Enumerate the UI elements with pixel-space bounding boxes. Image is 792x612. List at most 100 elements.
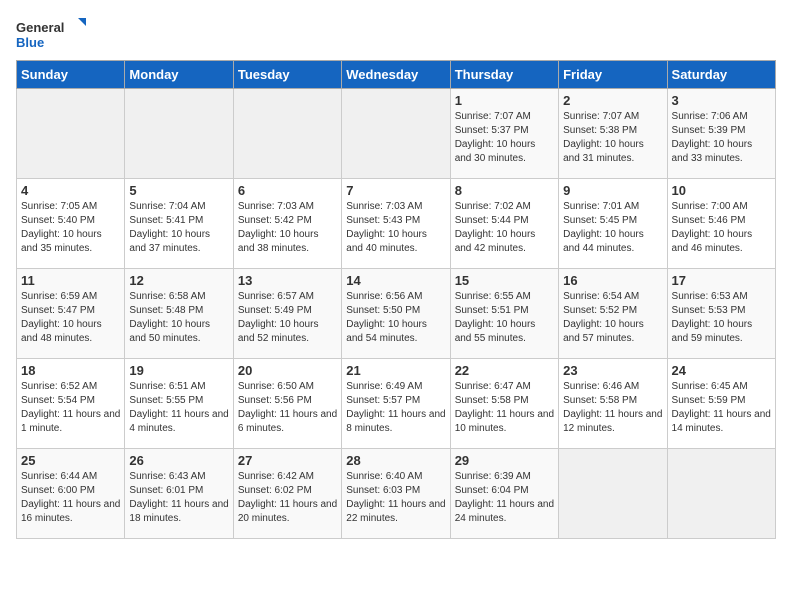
day-info: Sunrise: 6:58 AMSunset: 5:48 PMDaylight:… [129, 290, 228, 346]
day-info: Sunrise: 6:47 AMSunset: 5:58 PMDaylight:… [455, 380, 554, 436]
day-number: 25 [21, 453, 120, 468]
day-info: Sunrise: 6:49 AMSunset: 5:57 PMDaylight:… [346, 380, 445, 436]
weekday-header-wednesday: Wednesday [342, 61, 450, 89]
weekday-header-row: SundayMondayTuesdayWednesdayThursdayFrid… [17, 61, 776, 89]
day-info: Sunrise: 7:04 AMSunset: 5:41 PMDaylight:… [129, 200, 228, 256]
calendar-day-cell: 13 Sunrise: 6:57 AMSunset: 5:49 PMDayligh… [233, 269, 341, 359]
calendar-day-cell: 17 Sunrise: 6:53 AMSunset: 5:53 PMDayligh… [667, 269, 775, 359]
day-number: 6 [238, 183, 337, 198]
day-number: 19 [129, 363, 228, 378]
calendar-day-cell: 29 Sunrise: 6:39 AMSunset: 6:04 PMDayligh… [450, 449, 558, 539]
day-info: Sunrise: 6:45 AMSunset: 5:59 PMDaylight:… [672, 380, 771, 436]
calendar-day-cell: 11 Sunrise: 6:59 AMSunset: 5:47 PMDayligh… [17, 269, 125, 359]
day-info: Sunrise: 6:54 AMSunset: 5:52 PMDaylight:… [563, 290, 662, 346]
day-number: 3 [672, 93, 771, 108]
day-info: Sunrise: 6:44 AMSunset: 6:00 PMDaylight:… [21, 470, 120, 526]
day-number: 24 [672, 363, 771, 378]
calendar-day-cell: 16Sunrise: 6:54 AMSunset: 5:52 PMDayligh… [559, 269, 667, 359]
calendar-day-cell: 8 Sunrise: 7:02 AMSunset: 5:44 PMDaylight… [450, 179, 558, 269]
day-number: 28 [346, 453, 445, 468]
day-info: Sunrise: 7:02 AMSunset: 5:44 PMDaylight:… [455, 200, 554, 256]
calendar-day-cell: 20 Sunrise: 6:50 AMSunset: 5:56 PMDayligh… [233, 359, 341, 449]
calendar-day-cell: 18 Sunrise: 6:52 AMSunset: 5:54 PMDayligh… [17, 359, 125, 449]
day-number: 12 [129, 273, 228, 288]
calendar-day-cell [667, 449, 775, 539]
day-info: Sunrise: 6:43 AMSunset: 6:01 PMDaylight:… [129, 470, 228, 526]
calendar-day-cell: 7 Sunrise: 7:03 AMSunset: 5:43 PMDaylight… [342, 179, 450, 269]
calendar-day-cell [17, 89, 125, 179]
weekday-header-thursday: Thursday [450, 61, 558, 89]
day-number: 14 [346, 273, 445, 288]
calendar-week-row: 1 Sunrise: 7:07 AMSunset: 5:37 PMDaylight… [17, 89, 776, 179]
calendar-table: SundayMondayTuesdayWednesdayThursdayFrid… [16, 60, 776, 539]
day-number: 5 [129, 183, 228, 198]
calendar-week-row: 11 Sunrise: 6:59 AMSunset: 5:47 PMDayligh… [17, 269, 776, 359]
calendar-week-row: 25 Sunrise: 6:44 AMSunset: 6:00 PMDayligh… [17, 449, 776, 539]
calendar-day-cell: 3 Sunrise: 7:06 AMSunset: 5:39 PMDaylight… [667, 89, 775, 179]
day-number: 13 [238, 273, 337, 288]
day-number: 26 [129, 453, 228, 468]
logo: General Blue [16, 16, 86, 52]
day-info: Sunrise: 7:05 AMSunset: 5:40 PMDaylight:… [21, 200, 120, 256]
calendar-day-cell [125, 89, 233, 179]
day-info: Sunrise: 6:51 AMSunset: 5:55 PMDaylight:… [129, 380, 228, 436]
weekday-header-tuesday: Tuesday [233, 61, 341, 89]
calendar-day-cell: 14Sunrise: 6:56 AMSunset: 5:50 PMDayligh… [342, 269, 450, 359]
day-number: 20 [238, 363, 337, 378]
calendar-day-cell: 25 Sunrise: 6:44 AMSunset: 6:00 PMDayligh… [17, 449, 125, 539]
calendar-day-cell: 19 Sunrise: 6:51 AMSunset: 5:55 PMDayligh… [125, 359, 233, 449]
calendar-day-cell: 22 Sunrise: 6:47 AMSunset: 5:58 PMDayligh… [450, 359, 558, 449]
day-number: 15 [455, 273, 554, 288]
calendar-day-cell: 10 Sunrise: 7:00 AMSunset: 5:46 PMDayligh… [667, 179, 775, 269]
day-info: Sunrise: 7:03 AMSunset: 5:43 PMDaylight:… [346, 200, 445, 256]
day-info: Sunrise: 7:07 AMSunset: 5:37 PMDaylight:… [455, 110, 554, 166]
page-header: General Blue [16, 16, 776, 52]
day-info: Sunrise: 6:50 AMSunset: 5:56 PMDaylight:… [238, 380, 337, 436]
day-info: Sunrise: 6:40 AMSunset: 6:03 PMDaylight:… [346, 470, 445, 526]
day-number: 17 [672, 273, 771, 288]
calendar-day-cell: 9Sunrise: 7:01 AMSunset: 5:45 PMDaylight… [559, 179, 667, 269]
calendar-day-cell [233, 89, 341, 179]
day-number: 29 [455, 453, 554, 468]
day-info: Sunrise: 6:42 AMSunset: 6:02 PMDaylight:… [238, 470, 337, 526]
calendar-day-cell: 6Sunrise: 7:03 AMSunset: 5:42 PMDaylight… [233, 179, 341, 269]
calendar-day-cell [559, 449, 667, 539]
calendar-day-cell: 12 Sunrise: 6:58 AMSunset: 5:48 PMDayligh… [125, 269, 233, 359]
svg-text:Blue: Blue [16, 35, 44, 50]
svg-text:General: General [16, 20, 64, 35]
day-number: 1 [455, 93, 554, 108]
calendar-day-cell: 23Sunrise: 6:46 AMSunset: 5:58 PMDayligh… [559, 359, 667, 449]
calendar-day-cell: 4 Sunrise: 7:05 AMSunset: 5:40 PMDaylight… [17, 179, 125, 269]
day-number: 11 [21, 273, 120, 288]
day-info: Sunrise: 6:52 AMSunset: 5:54 PMDaylight:… [21, 380, 120, 436]
weekday-header-monday: Monday [125, 61, 233, 89]
day-number: 18 [21, 363, 120, 378]
day-number: 8 [455, 183, 554, 198]
day-info: Sunrise: 6:39 AMSunset: 6:04 PMDaylight:… [455, 470, 554, 526]
day-number: 7 [346, 183, 445, 198]
calendar-day-cell: 28 Sunrise: 6:40 AMSunset: 6:03 PMDayligh… [342, 449, 450, 539]
day-info: Sunrise: 7:01 AMSunset: 5:45 PMDaylight:… [563, 200, 662, 256]
calendar-day-cell: 21 Sunrise: 6:49 AMSunset: 5:57 PMDayligh… [342, 359, 450, 449]
calendar-day-cell: 15 Sunrise: 6:55 AMSunset: 5:51 PMDayligh… [450, 269, 558, 359]
day-number: 22 [455, 363, 554, 378]
day-number: 4 [21, 183, 120, 198]
day-info: Sunrise: 7:00 AMSunset: 5:46 PMDaylight:… [672, 200, 771, 256]
day-info: Sunrise: 6:55 AMSunset: 5:51 PMDaylight:… [455, 290, 554, 346]
day-info: Sunrise: 6:59 AMSunset: 5:47 PMDaylight:… [21, 290, 120, 346]
day-number: 21 [346, 363, 445, 378]
calendar-day-cell: 26 Sunrise: 6:43 AMSunset: 6:01 PMDayligh… [125, 449, 233, 539]
calendar-day-cell [342, 89, 450, 179]
day-info: Sunrise: 6:57 AMSunset: 5:49 PMDaylight:… [238, 290, 337, 346]
weekday-header-saturday: Saturday [667, 61, 775, 89]
day-info: Sunrise: 7:06 AMSunset: 5:39 PMDaylight:… [672, 110, 771, 166]
day-info: Sunrise: 6:53 AMSunset: 5:53 PMDaylight:… [672, 290, 771, 346]
calendar-day-cell: 1 Sunrise: 7:07 AMSunset: 5:37 PMDaylight… [450, 89, 558, 179]
calendar-week-row: 18 Sunrise: 6:52 AMSunset: 5:54 PMDayligh… [17, 359, 776, 449]
day-info: Sunrise: 6:46 AMSunset: 5:58 PMDaylight:… [563, 380, 662, 436]
calendar-week-row: 4 Sunrise: 7:05 AMSunset: 5:40 PMDaylight… [17, 179, 776, 269]
day-number: 2 [563, 93, 662, 108]
weekday-header-friday: Friday [559, 61, 667, 89]
day-number: 10 [672, 183, 771, 198]
calendar-day-cell: 5 Sunrise: 7:04 AMSunset: 5:41 PMDaylight… [125, 179, 233, 269]
